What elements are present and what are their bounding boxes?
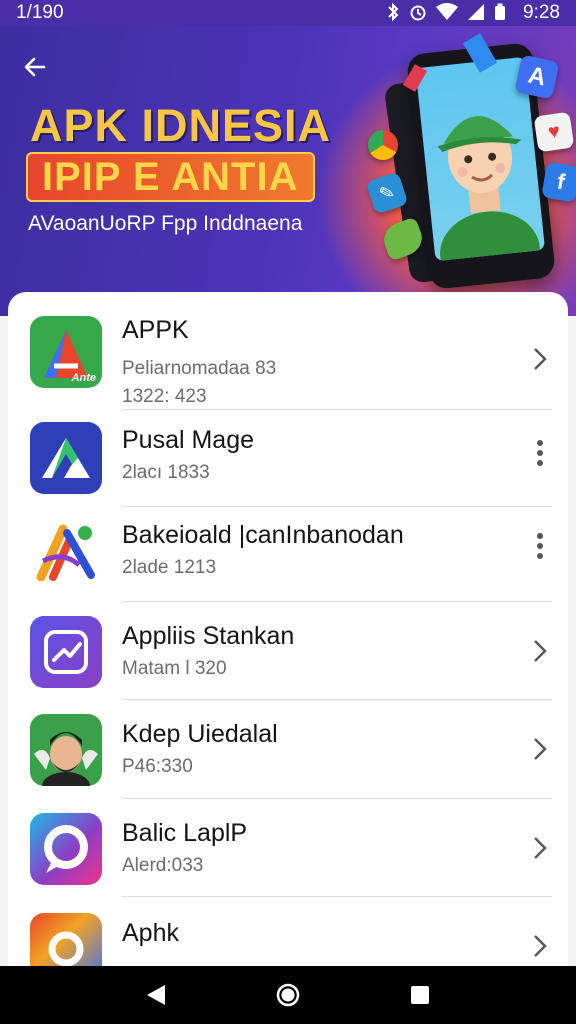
signal-icon	[467, 3, 485, 24]
app-meta: 2lacı 1833	[122, 462, 210, 483]
app-name: Balic LaplP	[122, 819, 248, 847]
app-name: Bakeioald |canInbanodan	[122, 521, 404, 549]
nav-back-button[interactable]	[136, 975, 176, 1015]
app-icon-kdep	[30, 714, 102, 786]
floating-app-red-icon: ♥	[533, 111, 575, 153]
hero-title: APK IDNESIA	[30, 100, 332, 151]
heart-icon: ♥	[546, 119, 562, 144]
status-time: 9:28	[523, 2, 560, 23]
square-recents-icon	[411, 986, 429, 1004]
list-item[interactable]: Pusal Mage 2lacı 1833	[8, 410, 568, 508]
pencil-icon: ✎	[376, 180, 398, 205]
chevron-right-icon[interactable]	[528, 734, 552, 764]
system-navigation-bar	[0, 966, 576, 1024]
bluetooth-icon	[386, 2, 400, 24]
triangle-back-icon	[147, 985, 165, 1005]
app-icon-label: Ante	[71, 372, 96, 384]
floating-app-chrome-icon	[368, 130, 398, 160]
app-icon-balic-lapl	[30, 813, 102, 885]
list-item[interactable]: Balic LaplP Alerd:033	[8, 799, 568, 897]
nav-home-button[interactable]	[268, 975, 308, 1015]
app-meta: Matam l 320	[122, 658, 227, 679]
app-name: Appliis Stankan	[122, 622, 295, 650]
app-icon-appliis	[30, 616, 102, 688]
hero-subtitle: AVaoanUoRP Fpp Inddnaena	[28, 212, 303, 235]
arrow-left-icon	[24, 57, 46, 77]
app-icon-appk: Ante	[30, 316, 102, 388]
app-meta: 2lade 1213	[122, 557, 217, 578]
app-icon-aphk	[30, 913, 102, 972]
circle-home-icon	[276, 983, 300, 1007]
list-item[interactable]: Bakeioald |canInbanodan 2lade 1213	[8, 507, 568, 605]
wifi-icon	[436, 2, 459, 24]
list-item[interactable]: Appliis Stankan Matam l 320	[8, 602, 568, 700]
app-name: Pusal Mage	[122, 426, 255, 454]
app-meta: P46:330	[122, 756, 193, 777]
list-item[interactable]: Aphk	[8, 897, 568, 972]
app-icon-pusal-mage	[30, 422, 102, 494]
app-name: APPK	[122, 316, 189, 344]
status-icons: 9:28	[386, 2, 560, 24]
status-bar: 1/190 9:28	[0, 0, 576, 26]
status-left-text: 1/190	[16, 2, 64, 23]
battery-icon	[494, 3, 506, 24]
back-button[interactable]	[18, 50, 52, 84]
list-item[interactable]: Kdep Uiedalal P46:330	[8, 700, 568, 798]
app-name: Aphk	[122, 919, 179, 947]
alarm-icon	[409, 3, 427, 24]
app-icon-bakeioald	[30, 515, 102, 587]
hero-badge-text: IPIP E ANTIA	[42, 154, 299, 199]
more-vert-icon[interactable]	[528, 438, 552, 468]
chevron-right-icon[interactable]	[528, 344, 552, 374]
app-meta-secondary: 1322: 423	[122, 386, 207, 407]
hero-banner: APK IDNESIA IPIP E ANTIA AVaoanUoRP Fpp …	[0, 26, 576, 316]
app-meta: Alerd:033	[122, 855, 204, 876]
list-item[interactable]: Ante APPK Peliarnomadaa 83 1322: 423	[8, 304, 568, 407]
app-name: Kdep Uiedalal	[122, 720, 278, 748]
chevron-right-icon[interactable]	[528, 636, 552, 666]
hero-badge: IPIP E ANTIA	[26, 152, 315, 202]
app-list: Ante APPK Peliarnomadaa 83 1322: 423 Pus…	[8, 292, 568, 972]
chevron-right-icon[interactable]	[528, 931, 552, 961]
more-vert-icon[interactable]	[528, 531, 552, 561]
nav-recents-button[interactable]	[400, 975, 440, 1015]
floating-app-f-icon: f	[541, 161, 576, 203]
floating-app-a-icon: A	[514, 54, 560, 100]
chevron-right-icon[interactable]	[528, 833, 552, 863]
app-meta: Peliarnomadaa 83	[122, 358, 277, 379]
